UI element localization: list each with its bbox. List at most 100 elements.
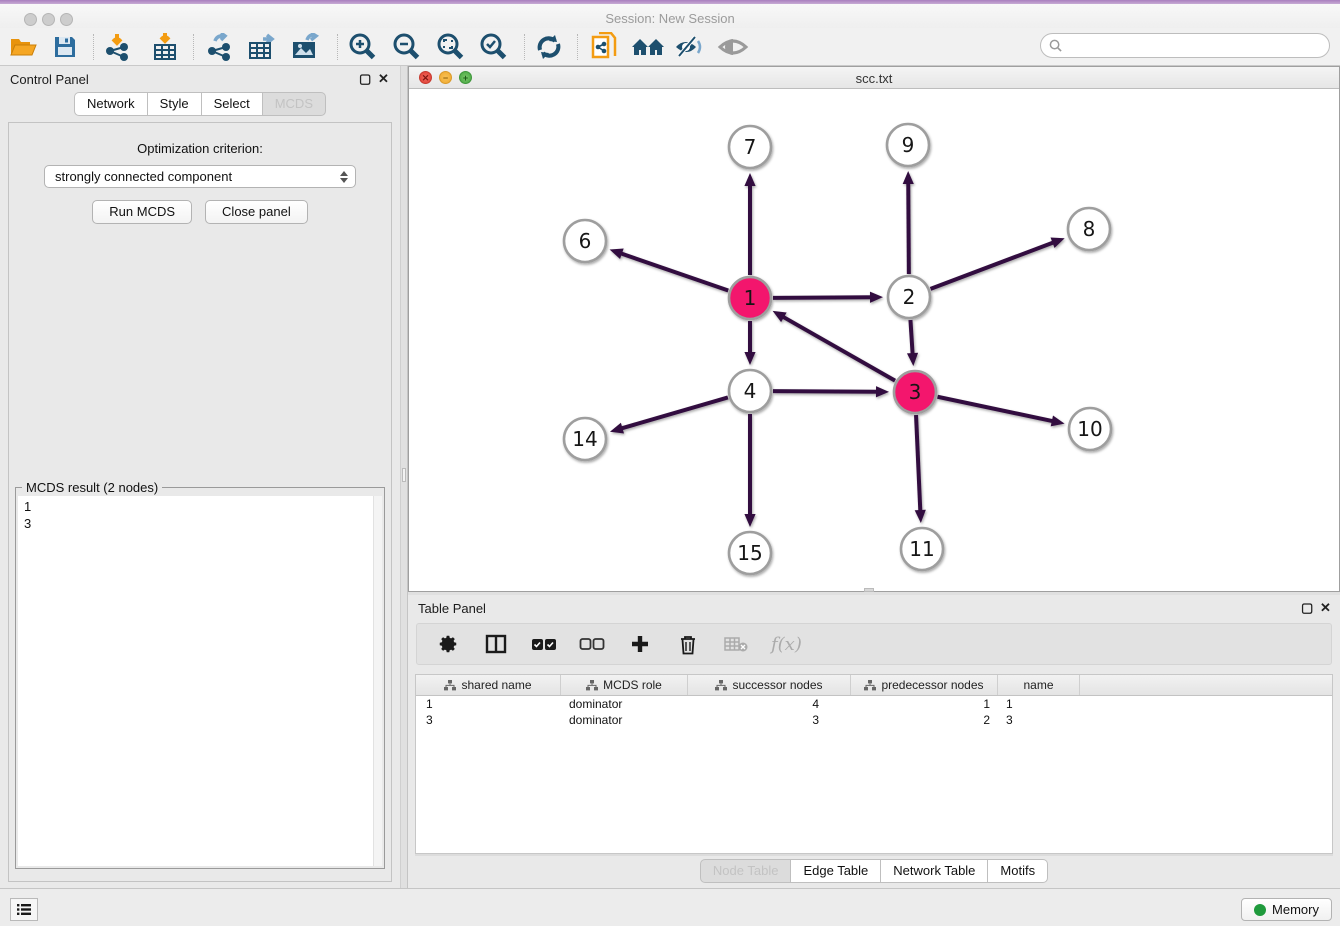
- run-mcds-button[interactable]: Run MCDS: [92, 200, 192, 224]
- node-label-1: 1: [744, 286, 757, 310]
- export-network-icon[interactable]: [203, 31, 237, 63]
- list-icon: [16, 903, 32, 916]
- search-input[interactable]: [1067, 38, 1329, 53]
- dropdown-stepper-icon: [338, 169, 349, 185]
- edge-2-3: [910, 320, 912, 356]
- sort-icon[interactable]: [444, 680, 456, 691]
- optimization-criterion-label: Optimization criterion:: [9, 141, 391, 156]
- mcds-result-group: MCDS result (2 nodes) 1 3: [15, 487, 385, 869]
- zoom-in-icon[interactable]: [345, 31, 379, 63]
- node-label-8: 8: [1083, 217, 1096, 241]
- sort-icon[interactable]: [715, 680, 727, 691]
- zoom-fit-icon[interactable]: [433, 31, 467, 63]
- column-header-name[interactable]: name: [998, 675, 1080, 695]
- main-toolbar: [0, 28, 1340, 66]
- table-row[interactable]: 3dominator323: [416, 712, 1332, 728]
- table-cell[interactable]: 3: [998, 712, 1080, 728]
- table-panel-title: Table Panel: [418, 601, 486, 616]
- control-panel-tabs: NetworkStyleSelectMCDS: [0, 92, 400, 116]
- node-label-6: 6: [579, 229, 592, 253]
- panel-splitter[interactable]: [400, 66, 408, 888]
- edge-4-14: [620, 397, 728, 429]
- tab-mcds[interactable]: MCDS: [263, 92, 326, 116]
- clone-network-icon[interactable]: [587, 31, 621, 63]
- tab-motifs[interactable]: Motifs: [988, 859, 1048, 883]
- optimization-criterion-select[interactable]: strongly connected component: [44, 165, 356, 188]
- import-network-icon[interactable]: [101, 31, 135, 63]
- network-canvas[interactable]: 7968124314101511: [409, 89, 1339, 591]
- memory-status-icon: [1254, 904, 1266, 916]
- network-window: ✕ − + scc.txt 7968124314101511: [408, 66, 1340, 592]
- edge-4-3: [773, 391, 879, 392]
- tab-select[interactable]: Select: [202, 92, 263, 116]
- table-cell[interactable]: 1: [998, 696, 1080, 712]
- window-title: Session: New Session: [0, 11, 1340, 26]
- tab-edge-table[interactable]: Edge Table: [791, 859, 881, 883]
- splitter-grabber[interactable]: [402, 468, 406, 482]
- table-cell[interactable]: 4: [688, 696, 851, 712]
- control-panel: Control Panel ▢ ✕ NetworkStyleSelectMCDS…: [0, 66, 400, 888]
- table-cell[interactable]: 2: [851, 712, 998, 728]
- mcds-panel: Optimization criterion: strongly connect…: [8, 122, 392, 882]
- column-manager-icon[interactable]: [483, 631, 509, 657]
- control-panel-title: Control Panel: [10, 72, 89, 87]
- status-bar: Memory: [0, 888, 1340, 926]
- delete-table-icon: [723, 631, 749, 657]
- edge-1-2: [773, 297, 873, 298]
- zoom-selected-icon[interactable]: [476, 31, 510, 63]
- table-panel-close-icon[interactable]: ✕: [1320, 600, 1331, 616]
- column-header-successor-nodes[interactable]: successor nodes: [688, 675, 851, 695]
- table-header-row: shared nameMCDS rolesuccessor nodesprede…: [416, 675, 1332, 696]
- table-cell[interactable]: 1: [416, 696, 561, 712]
- add-column-icon[interactable]: [627, 631, 653, 657]
- save-session-icon[interactable]: [48, 31, 82, 63]
- hidden-eye-icon: [716, 31, 750, 63]
- tab-node-table[interactable]: Node Table: [700, 859, 792, 883]
- column-header-MCDS-role[interactable]: MCDS role: [561, 675, 688, 695]
- search-field[interactable]: [1040, 33, 1330, 58]
- column-header-predecessor-nodes[interactable]: predecessor nodes: [851, 675, 998, 695]
- select-all-icon[interactable]: [531, 631, 557, 657]
- node-table[interactable]: shared nameMCDS rolesuccessor nodesprede…: [415, 674, 1333, 854]
- network-window-title: scc.txt: [409, 71, 1339, 86]
- zoom-out-icon[interactable]: [389, 31, 423, 63]
- table-cell[interactable]: 1: [851, 696, 998, 712]
- column-header-shared-name[interactable]: shared name: [416, 675, 561, 695]
- table-cell[interactable]: dominator: [561, 696, 688, 712]
- first-neighbors-icon[interactable]: [631, 31, 665, 63]
- deselect-all-icon[interactable]: [579, 631, 605, 657]
- node-label-7: 7: [744, 135, 757, 159]
- table-cell[interactable]: dominator: [561, 712, 688, 728]
- mcds-result-text: 1 3: [18, 496, 382, 532]
- export-image-icon[interactable]: [289, 31, 323, 63]
- export-table-icon[interactable]: [246, 31, 280, 63]
- network-window-titlebar[interactable]: ✕ − + scc.txt: [409, 67, 1339, 89]
- import-table-icon[interactable]: [148, 31, 182, 63]
- tab-style[interactable]: Style: [148, 92, 202, 116]
- open-session-icon[interactable]: [6, 31, 40, 63]
- node-label-11: 11: [909, 537, 934, 561]
- table-cell[interactable]: 3: [688, 712, 851, 728]
- sort-icon[interactable]: [864, 680, 876, 691]
- control-panel-close-icon[interactable]: ✕: [378, 71, 389, 87]
- task-history-button[interactable]: [10, 898, 38, 921]
- edge-3-11: [916, 415, 920, 513]
- delete-column-icon[interactable]: [675, 631, 701, 657]
- mcds-result-area[interactable]: 1 3: [18, 496, 382, 866]
- table-cell[interactable]: 3: [416, 712, 561, 728]
- table-row[interactable]: 1dominator411: [416, 696, 1332, 712]
- refresh-icon[interactable]: [532, 31, 566, 63]
- optimization-criterion-value: strongly connected component: [55, 169, 232, 184]
- sort-icon[interactable]: [586, 680, 598, 691]
- show-hide-icon[interactable]: [672, 31, 706, 63]
- table-tabs: Node TableEdge TableNetwork TableMotifs: [408, 859, 1340, 883]
- result-scrollbar[interactable]: [373, 496, 382, 866]
- table-panel-float-icon[interactable]: ▢: [1301, 600, 1313, 616]
- tab-network[interactable]: Network: [74, 92, 148, 116]
- close-panel-button[interactable]: Close panel: [205, 200, 308, 224]
- memory-button-label: Memory: [1272, 902, 1319, 917]
- memory-button[interactable]: Memory: [1241, 898, 1332, 921]
- table-options-icon[interactable]: [435, 631, 461, 657]
- control-panel-float-icon[interactable]: ▢: [359, 71, 371, 87]
- tab-network-table[interactable]: Network Table: [881, 859, 988, 883]
